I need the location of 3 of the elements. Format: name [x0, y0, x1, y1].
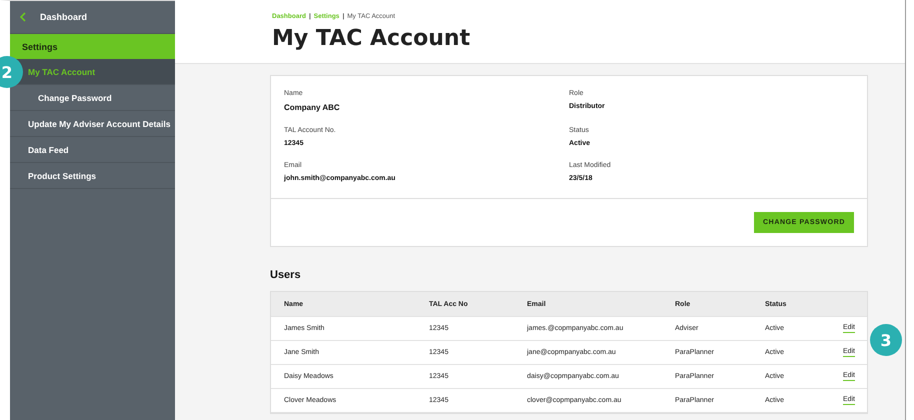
- section-heading: Users: [270, 269, 302, 281]
- page-title: My TAC Account: [272, 26, 472, 51]
- field-value: Company ABC: [284, 103, 341, 112]
